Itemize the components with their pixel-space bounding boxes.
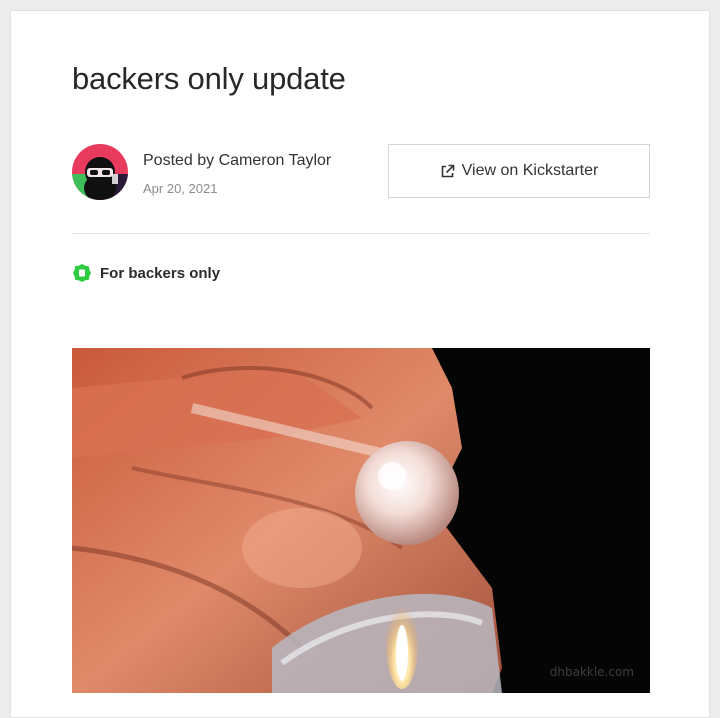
- backers-only-label: For backers only: [100, 264, 221, 282]
- post-date: Apr 20, 2021: [143, 181, 218, 196]
- post-image: dhbakkle.com: [72, 348, 650, 693]
- view-on-kickstarter-button[interactable]: View on Kickstarter: [388, 144, 650, 198]
- backers-only-badge: For backers only: [72, 263, 220, 283]
- image-watermark: dhbakkle.com: [549, 665, 634, 679]
- view-on-kickstarter-label: View on Kickstarter: [461, 162, 599, 179]
- author-line: Posted by Cameron Taylor: [143, 152, 332, 169]
- external-link-icon: [440, 164, 455, 179]
- post-card: backers only update Posted by Cameron Ta…: [10, 10, 710, 718]
- post-title: backers only update: [72, 61, 346, 96]
- divider: [72, 233, 650, 234]
- author-avatar[interactable]: [72, 144, 128, 200]
- lock-badge-icon: [72, 263, 92, 283]
